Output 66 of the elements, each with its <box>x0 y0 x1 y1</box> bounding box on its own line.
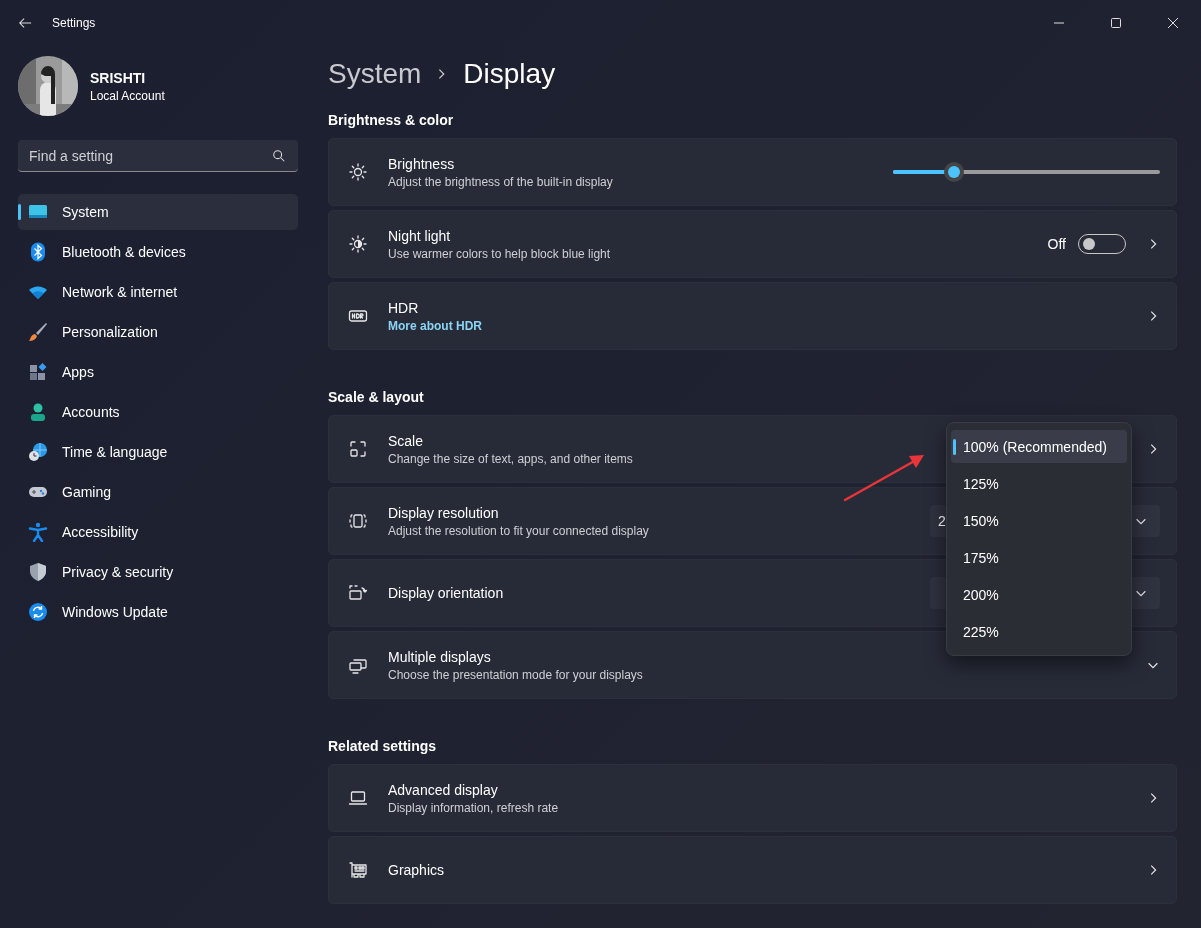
dropdown-value: 2 <box>938 513 946 529</box>
setting-description: Use warmer colors to help block blue light <box>388 246 611 261</box>
setting-card[interactable]: Night light Use warmer colors to help block blue light Off <box>328 210 1177 278</box>
menu-option[interactable]: 200% <box>951 578 1127 611</box>
setting-description: Choose the presentation mode for your displays <box>388 667 643 682</box>
section-heading: Related settings <box>328 738 438 754</box>
section-heading: Brightness & color <box>328 112 455 128</box>
globe-clock-icon <box>28 442 48 462</box>
setting-title: Night light <box>388 227 451 244</box>
setting-description: Adjust the resolution to fit your connected display <box>388 523 649 538</box>
setting-description: Change the size of text, apps, and other items <box>388 451 633 466</box>
setting-title: Scale <box>388 432 424 449</box>
screen-frame-icon <box>348 511 368 531</box>
nav-item[interactable]: Apps <box>18 354 298 390</box>
setting-title: Brightness <box>388 155 455 172</box>
apps-icon <box>28 362 48 382</box>
menu-option[interactable]: 100% (Recommended) <box>951 430 1127 463</box>
setting-title: Graphics <box>388 862 445 878</box>
setting-description: Display information, refresh rate <box>388 800 559 815</box>
account-type: Local Account <box>90 88 165 103</box>
shield-icon <box>28 562 48 582</box>
nav-item[interactable]: Windows Update <box>18 594 298 630</box>
graphics-card-icon <box>348 860 368 880</box>
resize-icon <box>348 439 368 459</box>
setting-card[interactable]: HDR More about HDR <box>328 282 1177 350</box>
setting-card[interactable]: Brightness Adjust the brightness of the built-in display <box>328 138 1177 206</box>
close-icon <box>1166 17 1179 29</box>
breadcrumb-link[interactable]: System <box>328 58 422 90</box>
setting-title: Display resolution <box>388 504 499 521</box>
person-icon <box>28 402 48 422</box>
nav-item[interactable]: Privacy & security <box>18 554 298 590</box>
slider-thumb[interactable] <box>944 162 965 182</box>
rotate-screen-icon <box>348 583 368 603</box>
toggle-state: Off <box>1047 236 1066 252</box>
setting-card[interactable]: Advanced display Display information, refresh rate <box>328 764 1177 832</box>
window-title: Settings <box>52 16 97 30</box>
back-arrow-icon <box>18 16 32 30</box>
setting-title: Advanced display <box>388 781 498 798</box>
nav-item[interactable]: Gaming <box>18 474 298 510</box>
refresh-icon <box>28 602 48 622</box>
nav-item[interactable]: System <box>18 194 298 230</box>
nav-item[interactable]: Time & language <box>18 434 298 470</box>
setting-title: Display orientation <box>388 585 504 601</box>
account-name: SRISHTI <box>90 69 147 86</box>
night-light-icon <box>348 234 368 254</box>
search-icon <box>272 149 286 163</box>
nav-item[interactable]: Bluetooth & devices <box>18 234 298 270</box>
setting-description: Adjust the brightness of the built-in display <box>388 174 613 189</box>
help-link[interactable]: More about HDR <box>388 318 482 333</box>
section-heading: Scale & layout <box>328 389 425 405</box>
search-field[interactable]: Find a setting <box>18 140 298 172</box>
nav-item[interactable]: Personalization <box>18 314 298 350</box>
sun-icon <box>348 162 368 182</box>
menu-option[interactable]: 150% <box>951 504 1127 537</box>
laptop-icon <box>348 788 368 808</box>
nav-item[interactable]: Accounts <box>18 394 298 430</box>
setting-title: Multiple displays <box>388 648 491 665</box>
nav-item[interactable]: Network & internet <box>18 274 298 310</box>
page-title: Display <box>463 58 556 90</box>
brush-icon <box>28 322 48 342</box>
nav-item[interactable]: Accessibility <box>18 514 298 550</box>
setting-title: HDR <box>388 299 419 316</box>
setting-card[interactable]: Graphics <box>328 836 1177 904</box>
accessibility-icon <box>28 522 48 542</box>
bluetooth-icon <box>28 242 48 262</box>
maximize-icon <box>1109 17 1122 29</box>
